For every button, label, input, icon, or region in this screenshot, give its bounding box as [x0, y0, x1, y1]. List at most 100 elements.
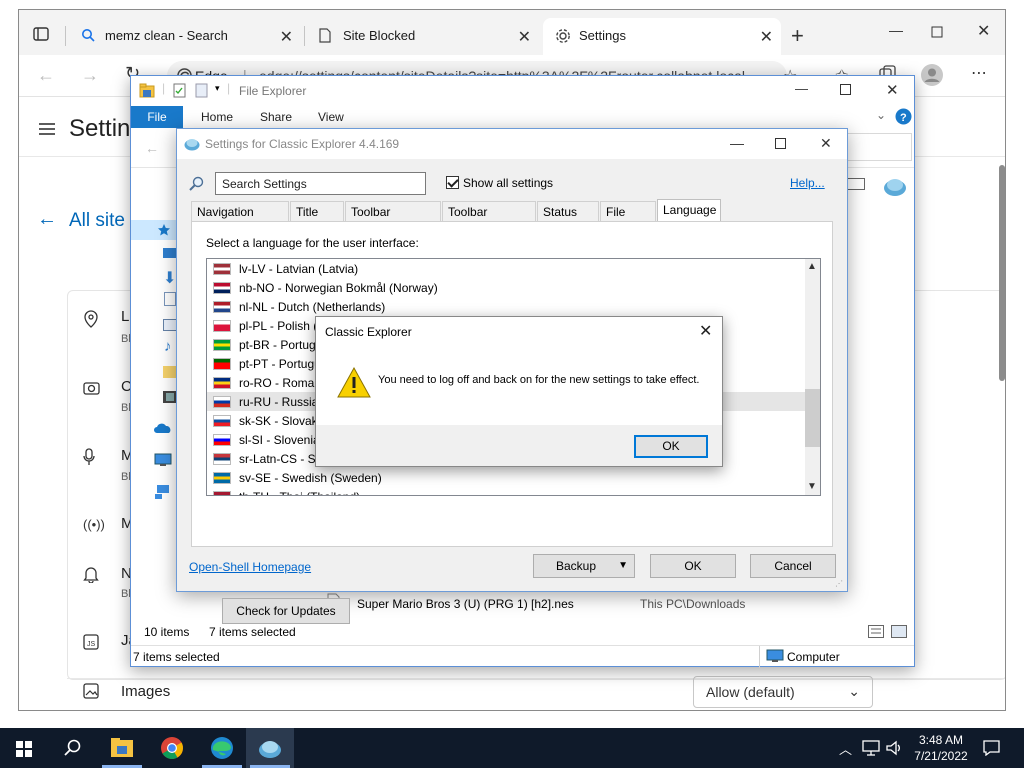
- profile-avatar[interactable]: [921, 64, 943, 86]
- ribbon-view-tab[interactable]: View: [318, 110, 344, 124]
- details-view-icon[interactable]: [868, 625, 884, 638]
- show-hidden-icons-icon[interactable]: ︿: [839, 739, 852, 758]
- backup-button[interactable]: Backup ▼: [533, 554, 635, 578]
- forward-icon[interactable]: →: [81, 65, 99, 86]
- warning-icon: [337, 367, 371, 398]
- language-list-item[interactable]: th-TH - Thai (Thailand): [207, 487, 805, 495]
- new-folder-icon[interactable]: [195, 83, 208, 98]
- close-icon[interactable]: ✕: [699, 321, 712, 341]
- tab-settings[interactable]: Settings ✕: [543, 18, 781, 55]
- language-label: ro-RO - Roman: [239, 376, 322, 390]
- cancel-button[interactable]: Cancel: [750, 554, 836, 578]
- close-icon[interactable]: ✕: [886, 81, 899, 99]
- help-icon[interactable]: ?: [895, 108, 912, 125]
- tab-status-bar[interactable]: Status Bar: [537, 201, 599, 233]
- expand-ribbon-icon[interactable]: ⌄: [876, 108, 886, 122]
- ribbon-file-tab[interactable]: File: [131, 106, 183, 128]
- tab-site-blocked[interactable]: Site Blocked ✕: [307, 18, 539, 55]
- open-shell-homepage-link[interactable]: Open-Shell Homepage: [189, 560, 311, 574]
- notifications-icon[interactable]: [983, 740, 1000, 756]
- tab-search[interactable]: memz clean - Search ✕: [69, 18, 301, 55]
- minimize-icon[interactable]: —: [889, 22, 903, 38]
- tab-title-bar[interactable]: Title Bar: [290, 201, 344, 233]
- new-tab-icon[interactable]: +: [791, 23, 804, 49]
- tab-actions-icon[interactable]: [33, 26, 49, 42]
- downloads-icon[interactable]: ⬇: [163, 268, 176, 288]
- properties-icon[interactable]: [173, 83, 186, 98]
- classic-shell-icon[interactable]: [246, 728, 294, 768]
- back-icon[interactable]: ←: [37, 65, 55, 86]
- classic-shell-icon[interactable]: [883, 175, 907, 197]
- scroll-up-icon[interactable]: ▲: [807, 261, 817, 272]
- edge-icon[interactable]: [198, 728, 246, 768]
- language-list-item[interactable]: nl-NL - Dutch (Netherlands): [207, 297, 805, 316]
- maximize-icon[interactable]: [775, 138, 786, 149]
- large-icons-view-icon[interactable]: [891, 625, 907, 638]
- chrome-icon[interactable]: [148, 728, 196, 768]
- flag-icon: [213, 377, 231, 389]
- minimize-icon[interactable]: —: [795, 81, 808, 96]
- language-list-item[interactable]: sv-SE - Swedish (Sweden): [207, 468, 805, 487]
- tab-navigation-pane[interactable]: Navigation Pane: [191, 201, 289, 233]
- network-status-icon[interactable]: [862, 740, 880, 756]
- ribbon-home-tab[interactable]: Home: [201, 110, 233, 124]
- show-all-settings-checkbox[interactable]: Show all settings: [446, 176, 553, 190]
- tab-file-pane[interactable]: File Pane: [600, 201, 656, 233]
- ok-button[interactable]: OK: [650, 554, 736, 578]
- close-icon[interactable]: ✕: [977, 21, 990, 41]
- resize-grip-icon[interactable]: ⋰: [835, 579, 843, 588]
- file-row-name[interactable]: Super Mario Bros 3 (U) (PRG 1) [h2].nes: [357, 597, 574, 611]
- back-arrow-icon[interactable]: ←: [37, 208, 57, 231]
- all-sites-link[interactable]: All site: [69, 210, 125, 232]
- quick-access-icon[interactable]: [131, 220, 181, 240]
- tab-language[interactable]: Language: [657, 199, 721, 222]
- more-icon[interactable]: ⋯: [971, 63, 987, 83]
- close-icon[interactable]: ✕: [280, 27, 293, 47]
- scroll-down-icon[interactable]: ▼: [807, 481, 817, 492]
- svg-text:?: ?: [900, 112, 907, 124]
- videos-icon[interactable]: [163, 391, 177, 403]
- close-icon[interactable]: ✕: [760, 27, 773, 47]
- documents-icon[interactable]: [164, 292, 176, 306]
- taskbar-clock[interactable]: 3:48 AM 7/21/2022: [905, 732, 977, 764]
- close-icon[interactable]: ✕: [820, 135, 832, 152]
- tab-toolbar-buttons[interactable]: Toolbar Buttons: [442, 201, 536, 233]
- tab-toolbar-settings[interactable]: Toolbar Settings: [345, 201, 441, 233]
- folder-icon[interactable]: [163, 366, 177, 378]
- images-permission-dropdown[interactable]: Allow (default) ⌄: [693, 676, 873, 708]
- scroll-thumb[interactable]: [805, 389, 820, 447]
- page-scrollbar[interactable]: [999, 165, 1005, 381]
- language-list-item[interactable]: nb-NO - Norwegian Bokmål (Norway): [207, 278, 805, 297]
- search-icon[interactable]: [48, 728, 96, 768]
- music-icon[interactable]: ♪: [164, 338, 172, 355]
- menu-icon[interactable]: [39, 123, 55, 135]
- desktop-icon[interactable]: [163, 248, 177, 260]
- onedrive-icon[interactable]: [154, 423, 172, 434]
- this-pc-icon[interactable]: [154, 453, 172, 467]
- maximize-icon[interactable]: [931, 26, 943, 38]
- search-box[interactable]: [846, 133, 912, 161]
- javascript-icon: JS: [83, 634, 99, 650]
- start-icon[interactable]: [0, 728, 48, 768]
- volume-icon[interactable]: [886, 740, 902, 756]
- language-list-scrollbar[interactable]: [805, 259, 820, 495]
- message-ok-button[interactable]: OK: [634, 435, 708, 458]
- qat-dropdown-icon[interactable]: ▾: [215, 83, 220, 94]
- back-icon[interactable]: ←: [145, 140, 159, 156]
- ribbon-share-tab[interactable]: Share: [260, 110, 292, 124]
- help-link[interactable]: Help...: [790, 176, 825, 190]
- language-label: sr-Latn-CS - Se: [239, 452, 323, 466]
- check-for-updates-button[interactable]: Check for Updates: [222, 598, 350, 624]
- close-icon[interactable]: ✕: [518, 27, 531, 47]
- language-list-item[interactable]: lv-LV - Latvian (Latvia): [207, 259, 805, 278]
- view-toggle-icon[interactable]: [847, 178, 865, 190]
- search-settings-input[interactable]: Search Settings: [215, 172, 426, 195]
- search-icon: [189, 176, 205, 192]
- network-icon[interactable]: [154, 484, 172, 500]
- dropdown-value: Allow (default): [706, 684, 795, 700]
- qat-separator: |: [227, 81, 231, 95]
- file-explorer-icon[interactable]: [98, 728, 146, 768]
- pictures-icon[interactable]: [163, 319, 177, 331]
- minimize-icon[interactable]: —: [730, 135, 744, 151]
- maximize-icon[interactable]: [840, 84, 851, 95]
